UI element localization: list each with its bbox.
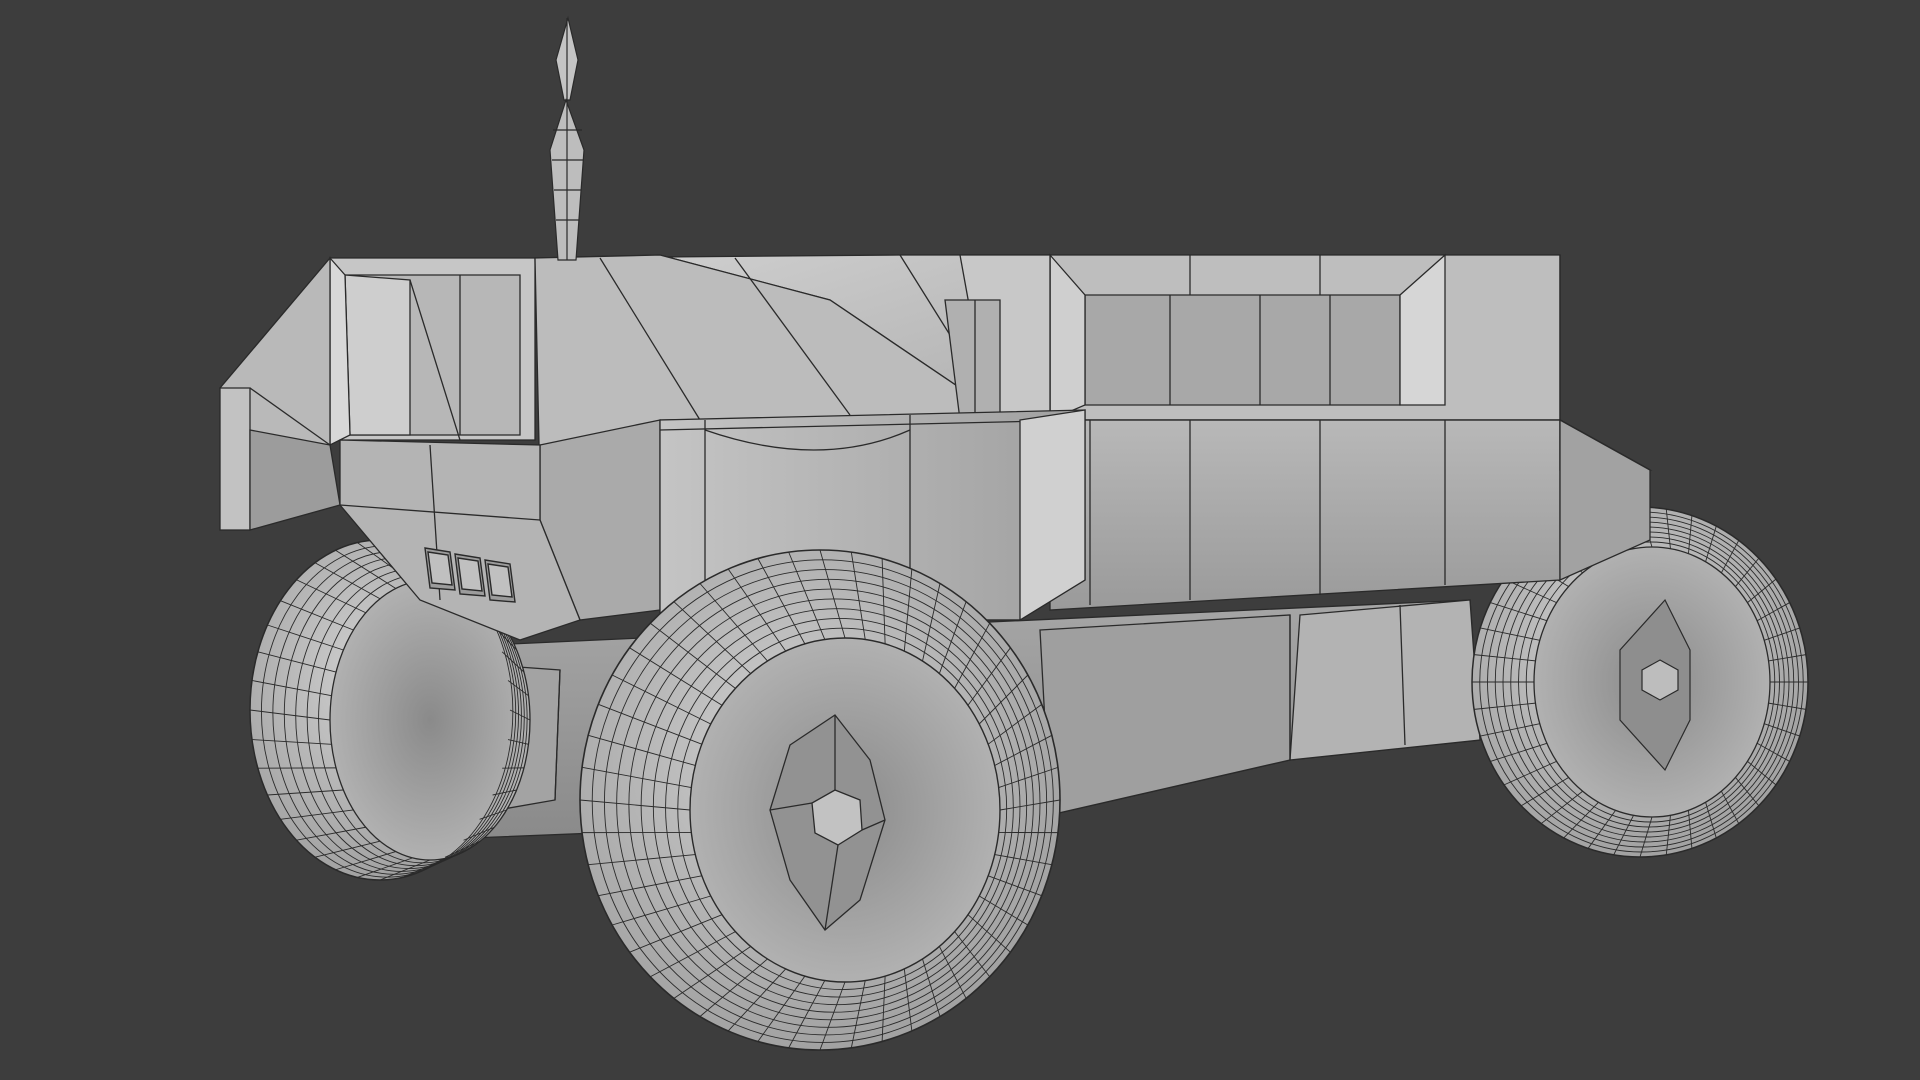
front-right-wheel[interactable]: [579, 549, 1061, 1051]
headlight-1: [424, 547, 456, 591]
rover-model[interactable]: [0, 0, 1920, 1080]
headlight-3: [484, 559, 516, 603]
3d-viewport[interactable]: [0, 0, 1920, 1080]
side-panel[interactable]: [1049, 253, 1653, 611]
antenna: [549, 15, 585, 261]
headlight-2: [454, 553, 486, 597]
